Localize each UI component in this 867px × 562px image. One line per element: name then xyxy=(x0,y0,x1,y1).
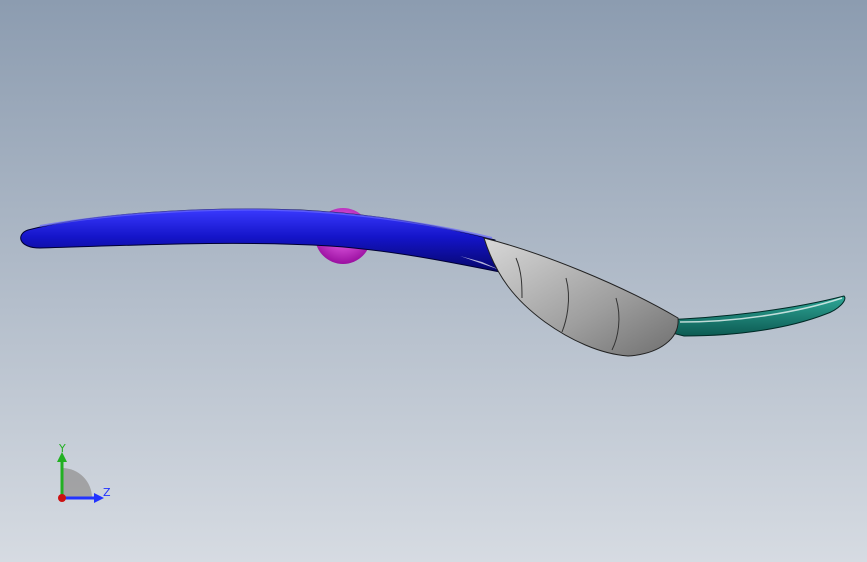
orientation-triad xyxy=(57,452,104,503)
y-axis-label: Y xyxy=(59,442,66,455)
graphics-viewport[interactable]: Y Z xyxy=(0,0,867,562)
z-axis-label: Z xyxy=(103,486,111,499)
viewport-background xyxy=(0,0,867,562)
model-scene[interactable] xyxy=(0,0,867,562)
x-axis-origin xyxy=(58,494,66,502)
triad-quadrant xyxy=(62,468,92,498)
